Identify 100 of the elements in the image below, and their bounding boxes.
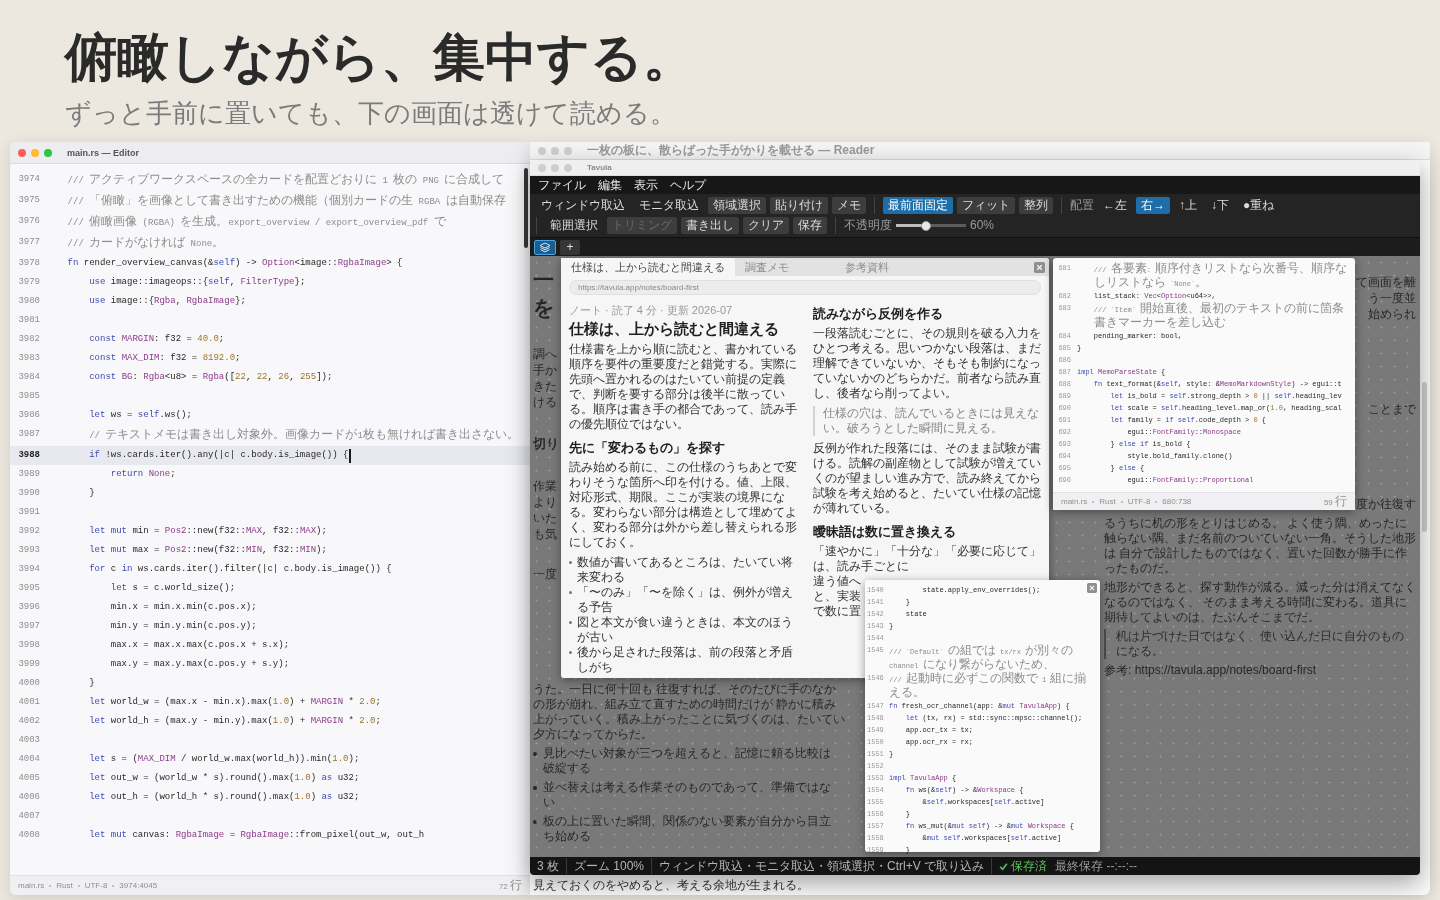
text-fragment: 始められ	[1368, 306, 1416, 322]
close-icon[interactable]	[1087, 583, 1097, 593]
maximize-icon[interactable]	[44, 148, 52, 157]
list-item: 数値が書いてあるところは、たいてい将来変わる	[577, 555, 794, 585]
scrollbar-thumb[interactable]	[524, 168, 528, 248]
toolbar-button[interactable]: 貼り付け	[770, 197, 828, 214]
code-line: /// カードがなければ None。	[67, 234, 225, 251]
block-quote: 机は片づけた日ではなく、使い込んだ日に自分のもの になる。	[1104, 629, 1416, 659]
document-title: 仕様は、上から読むと間違える	[569, 319, 779, 339]
line-number: 3985	[17, 390, 40, 403]
code-line: let mut max = Pos2::new(f32::MIN, f32::MIN);	[89, 544, 327, 557]
menu-item[interactable]: 編集	[598, 176, 622, 194]
section-heading: 先に「変わるもの」を探す	[569, 439, 725, 457]
maximize-icon[interactable]	[564, 146, 572, 155]
section-heading: 読みながら反例を作る	[813, 305, 943, 323]
line-number: 3976	[17, 215, 40, 228]
toolbar-button[interactable]: ウィンドウ取込	[536, 197, 630, 214]
toolbar-button[interactable]: ↓下	[1206, 197, 1234, 214]
list-item: 「〜のみ」「〜を除く」は、例外が増える予告	[577, 585, 794, 615]
workspace-tab[interactable]	[534, 239, 556, 255]
code-line: let world_h = (max.y - min.y).max(1.0) + MARGIN * 2.0;	[89, 715, 381, 728]
window-title: main.rs — Editor	[67, 147, 139, 158]
line-number: 3995	[17, 582, 40, 595]
status-item: main.rs	[1061, 497, 1088, 506]
list-item: 板の上に置いた瞬間、関係のない要素が自分から目立 ち始める	[543, 814, 831, 844]
text-cursor	[349, 449, 352, 463]
text-fragment: う一度並	[1368, 290, 1416, 306]
status-item: ズーム 100%	[567, 858, 653, 874]
toolbar-button[interactable]: クリア	[743, 217, 789, 234]
line-number: 3982	[17, 333, 40, 346]
menu-item[interactable]: 表示	[634, 176, 658, 194]
line-number: 3992	[17, 525, 40, 538]
line-number: 4004	[17, 753, 40, 766]
maximize-icon[interactable]	[564, 163, 572, 172]
code-line: let mut canvas: RgbaImage = RgbaImage::from_pixel(out_w, out_h	[89, 829, 425, 842]
body-paragraph: 読み始める前に、この仕様のうちあとで変わりそうな箇所へ印を付ける。値、上限、対応形式、期限。ここが実装の境界になる。変わらない部分は構造として埋めてよく、変わる部分は外から差し替えられる形にしておく。	[569, 460, 797, 550]
text-fragment: て画面を離	[1356, 274, 1416, 290]
toolbar-button[interactable]: モニタ取込	[634, 197, 704, 214]
code-line: /// アクティブワークスペースの全カードを配置どおりに 1 枚の PNG に合成して	[67, 171, 505, 188]
scrollbar-thumb[interactable]	[1422, 382, 1427, 532]
toolbar-button[interactable]: 右→	[1136, 197, 1170, 214]
line-number: 3979	[17, 276, 40, 289]
code-line: const MARGIN: f32 = 40.0;	[89, 333, 225, 346]
line-number: 3988	[17, 449, 40, 462]
line-number: 3996	[17, 601, 40, 614]
add-tab-button[interactable]: +	[560, 239, 580, 255]
toolbar-button[interactable]: 範囲選択	[545, 217, 603, 234]
minimize-icon[interactable]	[31, 148, 39, 157]
bullet-icon	[569, 561, 572, 564]
toolbar-button[interactable]: メモ	[832, 197, 866, 214]
code-line: /// 「俯瞰」を画像として書き出すための機能（個別カードの生 RGBA は自動保存	[67, 192, 506, 209]
check-icon	[999, 861, 1009, 871]
card-tab[interactable]: 仕様は、上から読むと間違える	[561, 258, 735, 276]
hero-subtitle: ずっと手前に置いても、下の画面は透けて読める。	[65, 97, 677, 130]
code-line: /// 俯瞰画像 (RGBA) を生成。export_overview / export_overview_pdf で	[67, 213, 446, 230]
toolbar-button[interactable]: 書き出し	[681, 217, 739, 234]
text-fragment: 度か往復す	[1356, 496, 1416, 512]
slider-reading: 60%	[970, 217, 995, 234]
line-number: 3981	[17, 314, 40, 327]
body-paragraph: るうちに机の形をとりはじめる。 よく使う隅、めったに 触らない隅、まだ名前のついていない一角。そうした地形 は 自分で設計したものではなく、置いた回数が勝手に作 ったものだ。	[1104, 516, 1416, 576]
menu-item[interactable]: ヘルプ	[670, 176, 706, 194]
bullet-icon	[533, 820, 537, 824]
text-fragment: ける	[533, 394, 557, 410]
minimize-icon[interactable]	[551, 146, 559, 155]
list-item: 並べ替えは考える作業そのものであって、準備ではな い	[543, 780, 831, 810]
line-number: 4006	[17, 791, 40, 804]
line-number: 3984	[17, 371, 40, 384]
menu-item[interactable]: ファイル	[538, 176, 586, 194]
close-icon[interactable]	[18, 148, 26, 157]
body-paragraph: 地形ができると、探す動作が減る。減った分は消えてなく なるのではなく、 そのまま考える時間に変わる。道具に 期待してよいのは、たぶんそこまでだ。	[1104, 580, 1416, 625]
toolbar-button[interactable]: ←左	[1098, 197, 1132, 214]
line-number: 3980	[17, 295, 40, 308]
toolbar-button[interactable]: ●重ね	[1238, 197, 1280, 214]
slider-thumb[interactable]	[921, 220, 932, 231]
code-line: let mut min = Pos2::new(f32::MAX, f32::MAX);	[89, 525, 327, 538]
toolbar-button[interactable]: フィット	[957, 197, 1015, 214]
status-item: ウィンドウ取込・モニタ取込・領域選択・Ctrl+V で取り込み	[652, 858, 993, 874]
line-number: 3978	[17, 257, 40, 270]
body-paragraph: うた。一日に何十回も 往復すれば、そのたびに手のなか の形が崩れ、組み立て直すための時間だけが 静かに積み 上がっていく。積み上がったことに気づくのは、たいてい 夕方になってからだ。	[533, 682, 846, 742]
close-icon[interactable]	[538, 163, 546, 172]
line-number: 3974	[17, 173, 40, 186]
toolbar-button[interactable]: 保存	[793, 217, 827, 234]
code-line: let ws = self.ws();	[89, 409, 192, 422]
close-icon[interactable]	[538, 146, 546, 155]
code-line: let world_w = (max.x - min.x).max(1.0) + MARGIN * 2.0;	[89, 696, 381, 709]
body-paragraph: 一段落読むごとに、その規則を破る入力をひとつ考える。思いつかない段落は、まだ理解できていないか、そもそも制約になっていないかのどちらかだ。前者なら読み直し、後者なら削ってよい。	[813, 326, 1041, 401]
minimize-icon[interactable]	[551, 163, 559, 172]
code-line: let s = (MAX_DIM / world_w.max(world_h)).min(1.0);	[89, 753, 360, 766]
bullet-icon	[569, 591, 572, 594]
toolbar-button[interactable]: ↑上	[1174, 197, 1202, 214]
text-fragment: 手か	[533, 362, 557, 378]
toolbar-label: 配置	[1070, 197, 1094, 214]
close-icon[interactable]	[1034, 261, 1045, 273]
line-number: 3983	[17, 352, 40, 365]
toolbar-button[interactable]: 領域選択	[708, 197, 766, 214]
toolbar-button[interactable]: 最前面固定	[883, 197, 953, 214]
toolbar-button[interactable]: 整列	[1019, 197, 1053, 214]
status-item: main.rs	[18, 881, 45, 890]
body-paragraph: 見えておくのをやめると、考える余地が生まれる。	[533, 877, 810, 893]
text-fragment: いた	[533, 510, 557, 526]
